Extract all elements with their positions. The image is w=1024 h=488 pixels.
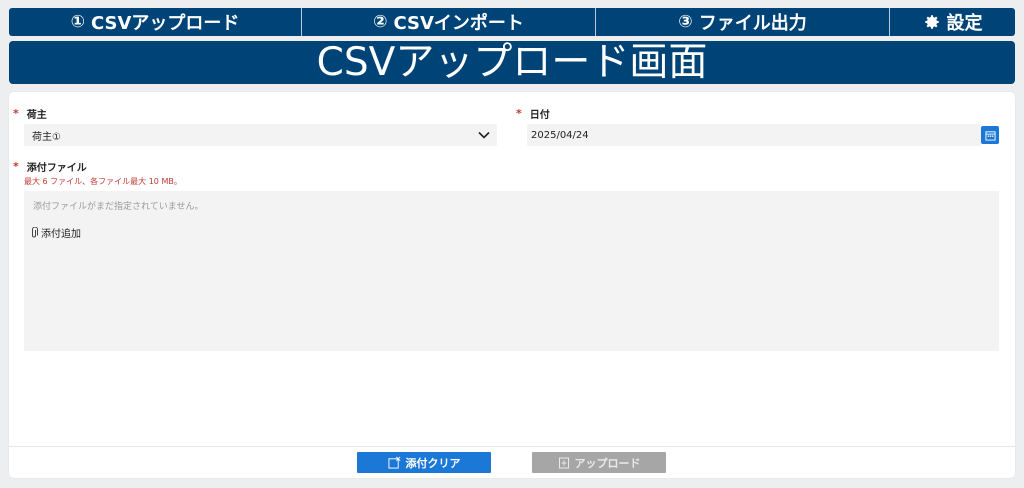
tab-label: ファイル出力 — [698, 13, 807, 34]
calendar-button[interactable] — [981, 126, 999, 144]
paperclip-icon — [32, 226, 38, 237]
page-title-banner: CSVアップロード画面 — [9, 41, 1015, 84]
tab-label: CSVアップロード — [90, 13, 240, 34]
tab-settings[interactable]: 設定 — [890, 8, 1015, 36]
step-number: ③ — [678, 12, 693, 32]
page-title: CSVアップロード画面 — [316, 40, 708, 85]
add-attachment-button[interactable]: 添付追加 — [29, 225, 81, 240]
attachments-hint: 最大 6 ファイル、各ファイル最大 10 MB。 — [24, 177, 182, 186]
required-mark: * — [13, 160, 19, 173]
step-number: ② — [373, 12, 388, 32]
clear-label: 添付クリア — [405, 456, 461, 470]
tab-label: CSVインポート — [393, 13, 524, 34]
upload-file-icon — [558, 457, 569, 468]
tab-csv-import[interactable]: ② CSVインポート — [302, 8, 596, 36]
date-label-row: * 日付 — [516, 106, 550, 121]
clear-attachments-button[interactable]: 添付クリア — [357, 452, 491, 473]
step-number: ① — [70, 12, 85, 32]
shipper-label: 荷主 — [26, 110, 47, 121]
required-mark: * — [516, 107, 522, 120]
tab-csv-upload[interactable]: ① CSVアップロード — [9, 8, 302, 36]
date-value: 2025/04/24 — [531, 129, 589, 141]
attachments-label: 添付ファイル — [26, 163, 87, 174]
main-panel: * 荷主 荷主① * 日付 2025/04/24 * 添付ファイル 最大 6 フ… — [9, 92, 1015, 478]
tab-file-output[interactable]: ③ ファイル出力 — [596, 8, 890, 36]
required-mark: * — [13, 107, 19, 120]
top-nav: ① CSVアップロード ② CSVインポート ③ ファイル出力 設定 — [9, 8, 1015, 36]
add-attachment-label: 添付追加 — [41, 229, 81, 240]
no-attachments-text: 添付ファイルがまだ指定されていません。 — [33, 202, 204, 212]
clear-edit-icon — [387, 456, 400, 469]
shipper-select[interactable]: 荷主① — [24, 124, 497, 146]
attachments-label-row: * 添付ファイル — [13, 159, 87, 174]
upload-button[interactable]: アップロード — [532, 452, 666, 473]
shipper-value: 荷主① — [32, 131, 61, 143]
gear-icon — [923, 13, 941, 31]
chevron-down-icon — [477, 128, 491, 142]
tab-label: 設定 — [946, 13, 983, 34]
attachment-dropzone[interactable]: 添付ファイルがまだ指定されていません。 添付追加 — [24, 191, 999, 351]
shipper-label-row: * 荷主 — [13, 106, 47, 121]
footer-divider — [9, 446, 1015, 447]
date-label: 日付 — [529, 110, 550, 121]
date-input[interactable]: 2025/04/24 — [527, 124, 981, 146]
calendar-icon — [984, 130, 996, 141]
upload-label: アップロード — [574, 456, 641, 470]
